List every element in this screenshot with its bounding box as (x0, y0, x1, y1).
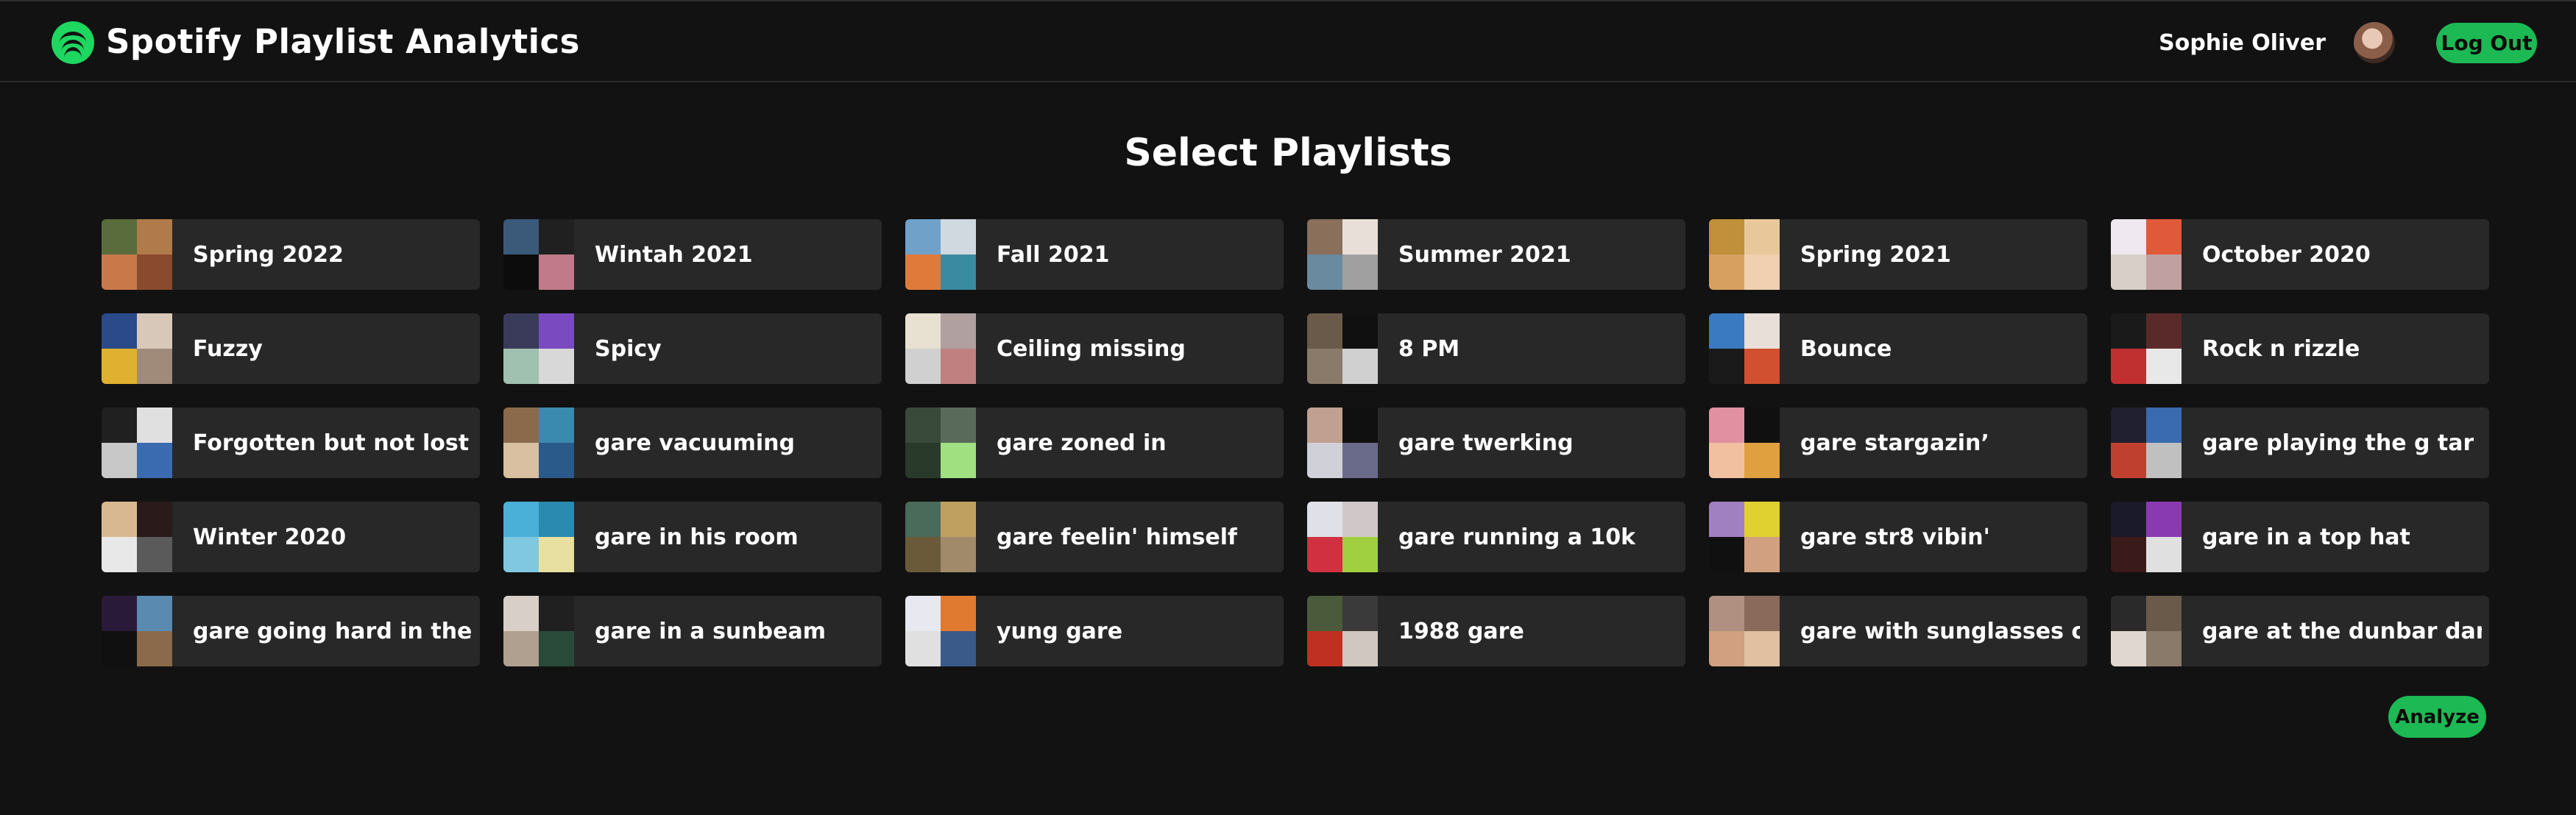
playlist-name: Spring 2021 (1800, 241, 1951, 268)
playlist-card[interactable]: 1988 gare (1307, 596, 1685, 666)
playlist-name: gare vacuuming (595, 430, 795, 456)
playlist-cover-image (905, 219, 976, 290)
playlist-name: Bounce (1800, 335, 1892, 362)
playlist-name: 1988 gare (1398, 618, 1524, 644)
playlist-cover-image (503, 502, 574, 572)
playlist-card[interactable]: gare with sunglasses on (1709, 596, 2087, 666)
playlist-card[interactable]: Forgotten but not lost ;) (102, 408, 480, 478)
playlist-cover-image (1709, 408, 1780, 478)
app-title: Spotify Playlist Analytics (106, 22, 580, 61)
avatar[interactable] (2354, 22, 2395, 63)
playlist-cover-image (1709, 313, 1780, 384)
playlist-card[interactable]: gare in a sunbeam (503, 596, 882, 666)
playlist-cover-image (1307, 219, 1378, 290)
playlist-cover-image (1709, 596, 1780, 666)
playlist-name: gare in a sunbeam (595, 618, 826, 644)
playlist-cover-image (905, 313, 976, 384)
playlist-card[interactable]: Spicy (503, 313, 882, 384)
playlist-card[interactable]: Spring 2022 (102, 219, 480, 290)
playlist-name: gare running a 10k (1398, 524, 1636, 550)
playlist-card[interactable]: October 2020 (2111, 219, 2489, 290)
playlist-card[interactable]: Fuzzy (102, 313, 480, 384)
playlist-name: October 2020 (2202, 241, 2371, 268)
playlist-name: 8 PM (1398, 335, 1460, 362)
playlist-name: yung gare (997, 618, 1123, 644)
playlist-card[interactable]: yung gare (905, 596, 1284, 666)
playlist-name: gare at the dunbar dance (2202, 618, 2482, 644)
playlist-name: gare zoned in (997, 430, 1167, 456)
playlist-cover-image (2111, 408, 2182, 478)
top-bar: Spotify Playlist Analytics Sophie Oliver… (0, 0, 2576, 82)
playlist-name: Winter 2020 (193, 524, 347, 550)
page-title: Select Playlists (1124, 131, 1452, 175)
playlist-name: Rock n rizzle (2202, 335, 2360, 362)
playlist-cover-image (102, 408, 172, 478)
playlist-cover-image (2111, 219, 2182, 290)
playlist-cover-image (102, 313, 172, 384)
playlist-name: gare playing the g tar (2202, 430, 2474, 456)
playlist-name: Forgotten but not lost ;) (193, 430, 473, 456)
playlist-cover-image (1307, 596, 1378, 666)
playlist-name: Fuzzy (193, 335, 263, 362)
playlist-name: gare twerking (1398, 430, 1574, 456)
playlist-cover-image (905, 502, 976, 572)
playlist-cover-image (102, 502, 172, 572)
playlist-cover-image (503, 313, 574, 384)
playlist-name: gare feelin' himself (997, 524, 1238, 550)
playlist-name: Wintah 2021 (595, 241, 753, 268)
playlist-name: gare in his room (595, 524, 799, 550)
playlist-cover-image (905, 408, 976, 478)
playlist-cover-image (2111, 502, 2182, 572)
playlist-card[interactable]: Ceiling missing (905, 313, 1284, 384)
playlist-card[interactable]: gare twerking (1307, 408, 1685, 478)
playlist-name: Ceiling missing (997, 335, 1186, 362)
playlist-card[interactable]: gare str8 vibin' (1709, 502, 2087, 572)
playlist-cover-image (503, 219, 574, 290)
playlist-name: gare in a top hat (2202, 524, 2410, 550)
playlist-card[interactable]: gare zoned in (905, 408, 1284, 478)
playlist-card[interactable]: gare at the dunbar dance (2111, 596, 2489, 666)
playlist-name: gare going hard in the p (193, 618, 473, 644)
playlist-card[interactable]: gare in his room (503, 502, 882, 572)
playlist-name: Fall 2021 (997, 241, 1110, 268)
playlist-card[interactable]: gare in a top hat (2111, 502, 2489, 572)
playlist-card[interactable]: Spring 2021 (1709, 219, 2087, 290)
playlist-card[interactable]: Bounce (1709, 313, 2087, 384)
playlist-name: Spring 2022 (193, 241, 344, 268)
playlist-card[interactable]: Summer 2021 (1307, 219, 1685, 290)
playlist-card[interactable]: gare feelin' himself (905, 502, 1284, 572)
playlist-cover-image (1709, 219, 1780, 290)
playlist-cover-image (1709, 502, 1780, 572)
playlist-cover-image (2111, 596, 2182, 666)
playlist-name: gare stargazin’ (1800, 430, 1989, 456)
analyze-button[interactable]: Analyze (2388, 696, 2486, 738)
log-out-button[interactable]: Log Out (2436, 23, 2537, 63)
playlist-card[interactable]: Fall 2021 (905, 219, 1284, 290)
playlist-card[interactable]: gare vacuuming (503, 408, 882, 478)
playlist-card[interactable]: gare running a 10k (1307, 502, 1685, 572)
playlist-cover-image (102, 596, 172, 666)
playlist-name: Summer 2021 (1398, 241, 1571, 268)
playlist-cover-image (503, 596, 574, 666)
playlist-name: gare with sunglasses on (1800, 618, 2080, 644)
playlist-cover-image (905, 596, 976, 666)
playlist-card[interactable]: Winter 2020 (102, 502, 480, 572)
playlist-grid: Spring 2022 Wintah 2021 Fall 2021 Summer 20… (102, 219, 2489, 666)
user-name: Sophie Oliver (2159, 30, 2326, 56)
playlist-cover-image (503, 408, 574, 478)
playlist-card[interactable]: Rock n rizzle (2111, 313, 2489, 384)
playlist-cover-image (102, 219, 172, 290)
playlist-cover-image (1307, 408, 1378, 478)
playlist-name: Spicy (595, 335, 662, 362)
playlist-card[interactable]: Wintah 2021 (503, 219, 882, 290)
playlist-name: gare str8 vibin' (1800, 524, 1990, 550)
playlist-card[interactable]: 8 PM (1307, 313, 1685, 384)
playlist-cover-image (1307, 313, 1378, 384)
playlist-cover-image (2111, 313, 2182, 384)
spotify-logo-icon (52, 21, 94, 64)
playlist-cover-image (1307, 502, 1378, 572)
playlist-card[interactable]: gare going hard in the p (102, 596, 480, 666)
playlist-card[interactable]: gare playing the g tar (2111, 408, 2489, 478)
playlist-card[interactable]: gare stargazin’ (1709, 408, 2087, 478)
